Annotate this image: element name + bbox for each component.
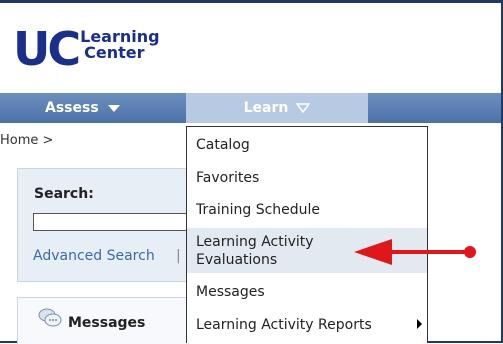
submenu-arrow-icon: [417, 319, 422, 329]
logo-uc: UC: [13, 22, 81, 76]
menu-item-eval-label: Learning Activity Evaluations: [196, 234, 314, 268]
menu-item-catalog[interactable]: Catalog: [187, 137, 427, 153]
nav-learn-label: Learn: [243, 100, 289, 116]
logo-text: Learning Center: [80, 29, 159, 61]
uc-learning-center-logo[interactable]: UC Learning Center: [13, 26, 160, 74]
breadcrumb-home[interactable]: Home >: [0, 133, 53, 148]
red-annotation-arrow-icon: [354, 239, 476, 265]
chat-bubbles-icon: [38, 308, 62, 327]
search-input[interactable]: [33, 213, 193, 231]
link-separator: |: [176, 248, 181, 264]
chevron-down-icon: [296, 103, 311, 113]
breadcrumb[interactable]: Home >: [0, 133, 53, 148]
menu-item-favorites[interactable]: Favorites: [187, 170, 427, 186]
menu-item-training-schedule[interactable]: Training Schedule: [187, 202, 427, 218]
messages-panel: Messages: [17, 297, 189, 344]
chevron-down-icon: [107, 104, 120, 112]
menu-item-messages[interactable]: Messages: [187, 284, 427, 300]
main-nav: Assess Learn: [0, 93, 501, 123]
search-label: Search:: [34, 186, 94, 202]
nav-assess[interactable]: Assess: [45, 93, 120, 123]
advanced-search-link[interactable]: Advanced Search: [33, 248, 155, 264]
menu-item-learning-activity-reports[interactable]: Learning Activity Reports: [187, 317, 427, 333]
header: UC Learning Center: [0, 3, 501, 89]
logo-line-2: Center: [84, 43, 145, 62]
nav-assess-label: Assess: [45, 100, 99, 116]
messages-label[interactable]: Messages: [68, 315, 145, 331]
nav-learn[interactable]: Learn: [186, 93, 368, 123]
search-panel: Search: Advanced Search |: [17, 168, 193, 282]
